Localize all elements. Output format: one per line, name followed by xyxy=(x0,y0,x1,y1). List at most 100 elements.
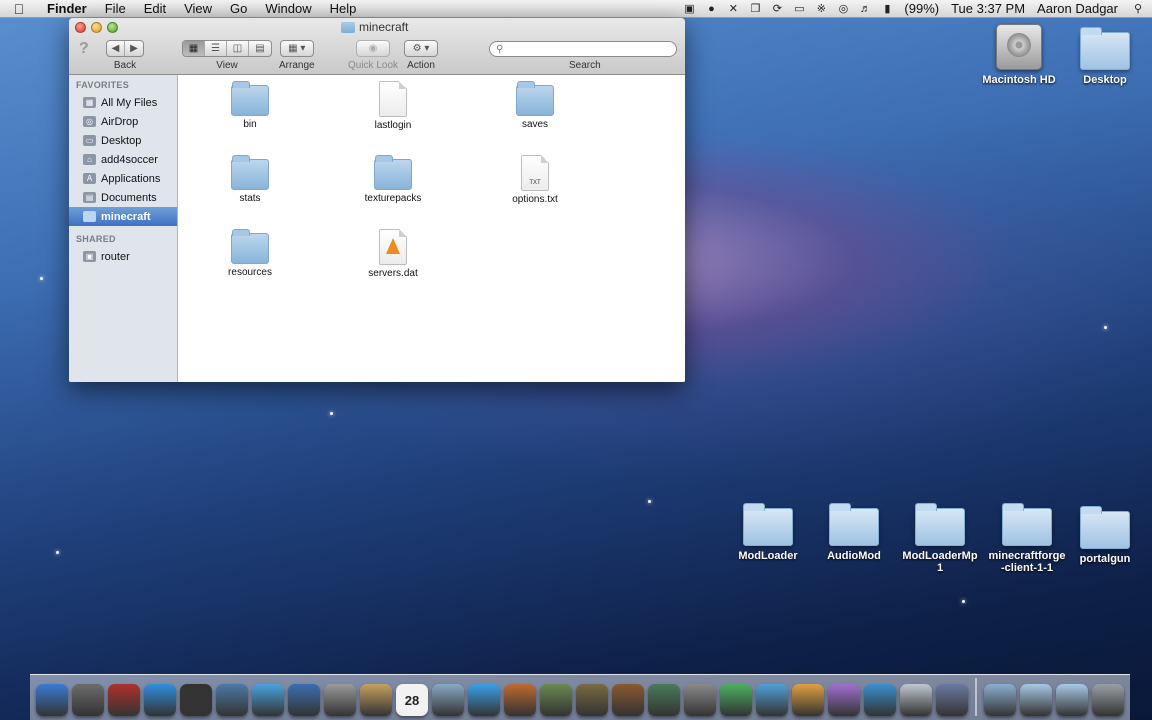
battery-icon[interactable]: ▮ xyxy=(876,2,898,15)
apple-menu-icon[interactable]:  xyxy=(0,1,38,17)
desktop-item-modloader[interactable]: ModLoader xyxy=(725,503,811,562)
quicklook-label: Quick Look xyxy=(348,60,399,71)
forward-button[interactable]: ▶ xyxy=(125,41,143,56)
folder-stack-icon[interactable] xyxy=(1056,684,1088,716)
itunes-icon[interactable] xyxy=(468,684,500,716)
clapper-icon[interactable] xyxy=(936,684,968,716)
contacts-icon[interactable] xyxy=(360,684,392,716)
menu-file[interactable]: File xyxy=(96,0,135,18)
minimize-button[interactable] xyxy=(91,22,102,33)
file-item-options-txt[interactable]: TXT options.txt xyxy=(490,155,580,205)
menu-edit[interactable]: Edit xyxy=(135,0,175,18)
desktop-item-modloadermp1[interactable]: ModLoaderMp1 xyxy=(897,503,983,574)
xcode-icon[interactable] xyxy=(216,684,248,716)
downloads-stack-icon[interactable] xyxy=(984,684,1016,716)
video-icon[interactable] xyxy=(324,684,356,716)
garageband-icon[interactable] xyxy=(612,684,644,716)
icon-view-button[interactable]: ▦ xyxy=(183,41,205,56)
app-menu[interactable]: Finder xyxy=(38,0,96,18)
search-input[interactable]: ⚲ xyxy=(489,41,677,57)
desktop-item-minecraftforge[interactable]: minecraftforge-client-1-1 xyxy=(984,503,1070,574)
wifi-icon[interactable]: ◎ xyxy=(832,2,854,15)
sidebar-item-applications[interactable]: A Applications xyxy=(69,169,177,188)
star xyxy=(1104,326,1107,329)
copy-icon[interactable]: ❐ xyxy=(744,2,766,15)
file-item-servers-dat[interactable]: servers.dat xyxy=(348,229,438,279)
calendar-icon[interactable]: 28 xyxy=(396,684,428,716)
file-browser: bin lastlogin saves stats texturepacks T… xyxy=(178,75,685,382)
sidebar-item-router[interactable]: ▣ router xyxy=(69,247,177,266)
trash-icon[interactable] xyxy=(1092,684,1124,716)
sidebar-item-airdrop[interactable]: ◎ AirDrop xyxy=(69,112,177,131)
iphoto-icon[interactable] xyxy=(540,684,572,716)
time-machine-icon[interactable] xyxy=(648,684,680,716)
finder-window: minecraft ? ◀ ▶ Back ▦ ☰ ◫ ▤ View ▦ ▾ Ar… xyxy=(69,18,685,382)
grid-app-icon[interactable] xyxy=(900,684,932,716)
menu-view[interactable]: View xyxy=(175,0,221,18)
column-view-button[interactable]: ◫ xyxy=(227,41,249,56)
screen-record-icon[interactable]: ▣ xyxy=(678,2,700,15)
coverflow-view-button[interactable]: ▤ xyxy=(249,41,271,56)
sidebar-item-desktop[interactable]: ▭ Desktop xyxy=(69,131,177,150)
file-item-saves[interactable]: saves xyxy=(490,81,580,130)
photo-booth-icon[interactable] xyxy=(108,684,140,716)
display-icon[interactable]: ▭ xyxy=(788,2,810,15)
imovie-icon[interactable] xyxy=(576,684,608,716)
dashboard-icon[interactable] xyxy=(180,684,212,716)
messenger-icon[interactable] xyxy=(864,684,896,716)
battery-percent[interactable]: (99%) xyxy=(898,1,945,16)
star xyxy=(962,600,965,603)
back-button[interactable]: ◀ xyxy=(107,41,125,56)
arrange-button[interactable]: ▦ ▾ xyxy=(281,41,313,56)
spotlight-icon[interactable]: ⚲ xyxy=(1124,2,1152,15)
volume-icon[interactable]: ♬ xyxy=(854,3,876,15)
window-titlebar[interactable]: minecraft ? ◀ ▶ Back ▦ ☰ ◫ ▤ View ▦ ▾ Ar… xyxy=(69,18,685,75)
folder-icon xyxy=(374,155,412,190)
close-button[interactable] xyxy=(75,22,86,33)
user-name[interactable]: Aaron Dadgar xyxy=(1031,1,1124,16)
sidebar-item-home[interactable]: ⌂ add4soccer xyxy=(69,150,177,169)
sync-icon[interactable]: ⟳ xyxy=(766,2,788,15)
eye-icon[interactable]: ◉ xyxy=(357,41,389,56)
system-preferences-icon[interactable] xyxy=(684,684,716,716)
app-w-icon[interactable] xyxy=(756,684,788,716)
clock[interactable]: Tue 3:37 PM xyxy=(945,1,1031,16)
preview-icon[interactable] xyxy=(432,684,464,716)
microphone-icon[interactable]: ● xyxy=(700,3,722,15)
finder-icon[interactable] xyxy=(36,684,68,716)
desktop-item-macintosh-hd[interactable]: Macintosh HD xyxy=(976,24,1062,86)
app-store-icon[interactable] xyxy=(144,684,176,716)
dock: 28 xyxy=(30,674,1130,720)
file-item-bin[interactable]: bin xyxy=(205,81,295,130)
help-icon[interactable]: ? xyxy=(79,40,89,58)
adobe-icon[interactable]: ✕ xyxy=(722,2,744,15)
list-view-button[interactable]: ☰ xyxy=(205,41,227,56)
menu-help[interactable]: Help xyxy=(321,0,366,18)
bluetooth-icon[interactable]: ※ xyxy=(810,2,832,15)
zoom-button[interactable] xyxy=(107,22,118,33)
desktop-item-portalgun[interactable]: portalgun xyxy=(1062,506,1148,565)
menu-window[interactable]: Window xyxy=(256,0,320,18)
star xyxy=(56,551,59,554)
desktop-item-desktop[interactable]: Desktop xyxy=(1062,27,1148,86)
safari-icon[interactable] xyxy=(252,684,284,716)
file-item-lastlogin[interactable]: lastlogin xyxy=(348,81,438,131)
menu-go[interactable]: Go xyxy=(221,0,256,18)
pen-icon[interactable] xyxy=(504,684,536,716)
app-p-icon[interactable] xyxy=(792,684,824,716)
document-icon xyxy=(379,81,407,117)
folder-icon xyxy=(743,503,793,546)
facetime-icon[interactable] xyxy=(288,684,320,716)
launchpad-icon[interactable] xyxy=(72,684,104,716)
file-item-texturepacks[interactable]: texturepacks xyxy=(348,155,438,204)
app-green-icon[interactable] xyxy=(720,684,752,716)
sidebar-item-all-my-files[interactable]: ▦ All My Files xyxy=(69,93,177,112)
sidebar-item-minecraft[interactable]: minecraft xyxy=(69,207,177,226)
folder-stack-icon[interactable] xyxy=(1020,684,1052,716)
gear-icon[interactable]: ⚙ ▾ xyxy=(405,41,437,56)
desktop-item-audiomod[interactable]: AudioMod xyxy=(811,503,897,562)
app-e-icon[interactable] xyxy=(828,684,860,716)
file-item-stats[interactable]: stats xyxy=(205,155,295,204)
file-item-resources[interactable]: resources xyxy=(205,229,295,278)
sidebar-item-documents[interactable]: ▤ Documents xyxy=(69,188,177,207)
